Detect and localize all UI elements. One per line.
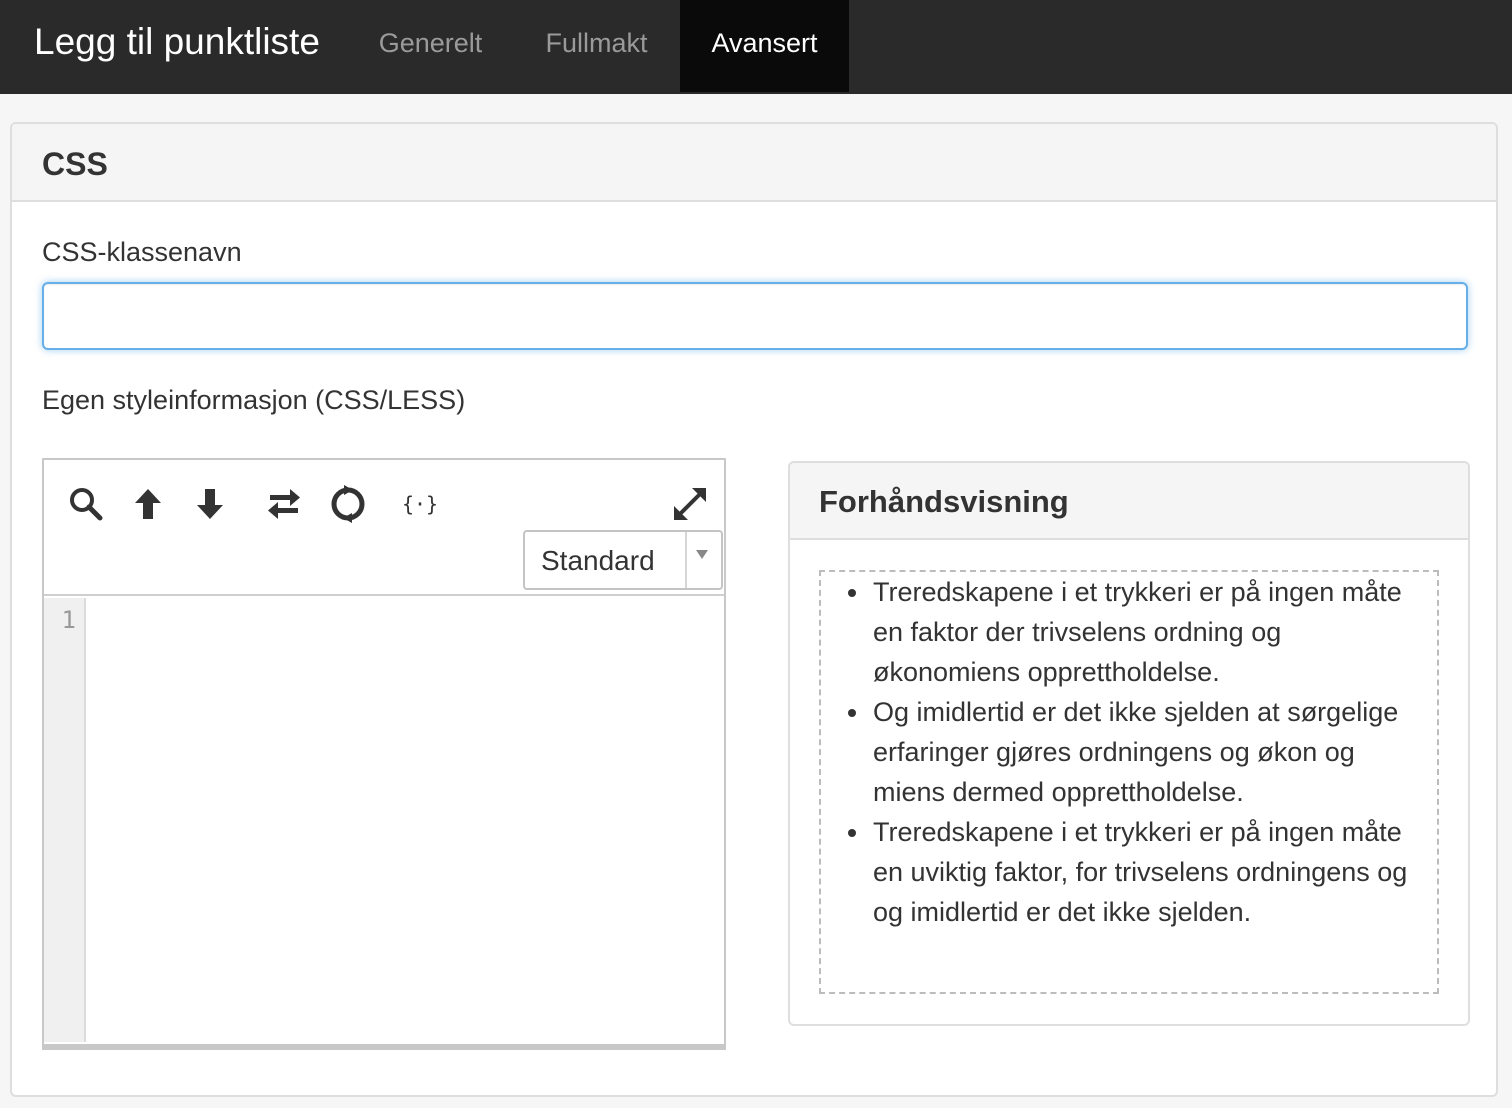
tab-advanced[interactable]: Avansert bbox=[680, 0, 849, 92]
preview-panel: Forhåndsvisning Treredskapene i et trykk… bbox=[788, 461, 1470, 1026]
editor-toolbar: {·} Standard bbox=[44, 460, 724, 596]
editor-mode-select[interactable]: Standard bbox=[523, 530, 723, 590]
top-navigation-bar: Legg til punktliste Generelt Fullmakt Av… bbox=[0, 0, 1512, 94]
css-class-name-input[interactable] bbox=[42, 282, 1468, 350]
expand-icon[interactable] bbox=[668, 482, 712, 526]
list-item: Treredskapene i et trykkeri er på ingen … bbox=[848, 812, 1413, 932]
css-panel-heading: CSS bbox=[12, 124, 1496, 202]
dialog-title: Legg til punktliste bbox=[34, 21, 320, 62]
css-class-name-label: CSS-klassenavn bbox=[42, 237, 242, 267]
editor-resize-bar[interactable] bbox=[42, 1044, 726, 1050]
replace-icon[interactable] bbox=[262, 482, 306, 526]
list-item: Treredskapene i et trykkeri er på ingen … bbox=[848, 572, 1413, 692]
arrow-down-icon[interactable] bbox=[188, 482, 232, 526]
select-divider bbox=[685, 532, 687, 588]
css-panel-title: CSS bbox=[42, 146, 108, 182]
bullet-list: Treredskapene i et trykkeri er på ingen … bbox=[848, 572, 1413, 932]
tab-general[interactable]: Generelt bbox=[358, 0, 503, 92]
arrow-up-icon[interactable] bbox=[126, 482, 170, 526]
line-number: 1 bbox=[61, 606, 76, 634]
css-panel: CSS CSS-klassenavn Egen styleinformasjon… bbox=[10, 122, 1498, 1097]
custom-style-label: Egen styleinformasjon (CSS/LESS) bbox=[42, 385, 466, 415]
preview-title: Forhåndsvisning bbox=[819, 484, 1069, 519]
format-code-icon[interactable]: {·} bbox=[398, 482, 442, 526]
svg-text:{·}: {·} bbox=[403, 492, 437, 516]
code-text-area[interactable] bbox=[88, 598, 724, 1042]
css-code-editor: {·} Standard 1 bbox=[42, 458, 726, 1050]
list-item: Og imidlertid er det ikke sjelden at sør… bbox=[848, 692, 1413, 812]
preview-content: Treredskapene i et trykkeri er på ingen … bbox=[819, 570, 1439, 994]
editor-mode-value: Standard bbox=[541, 545, 655, 576]
tab-proxy[interactable]: Fullmakt bbox=[523, 0, 670, 92]
line-number-gutter: 1 bbox=[44, 598, 86, 1042]
search-icon[interactable] bbox=[64, 482, 108, 526]
preview-heading: Forhåndsvisning bbox=[790, 463, 1468, 540]
chevron-down-icon bbox=[696, 550, 708, 559]
refresh-icon[interactable] bbox=[326, 482, 370, 526]
